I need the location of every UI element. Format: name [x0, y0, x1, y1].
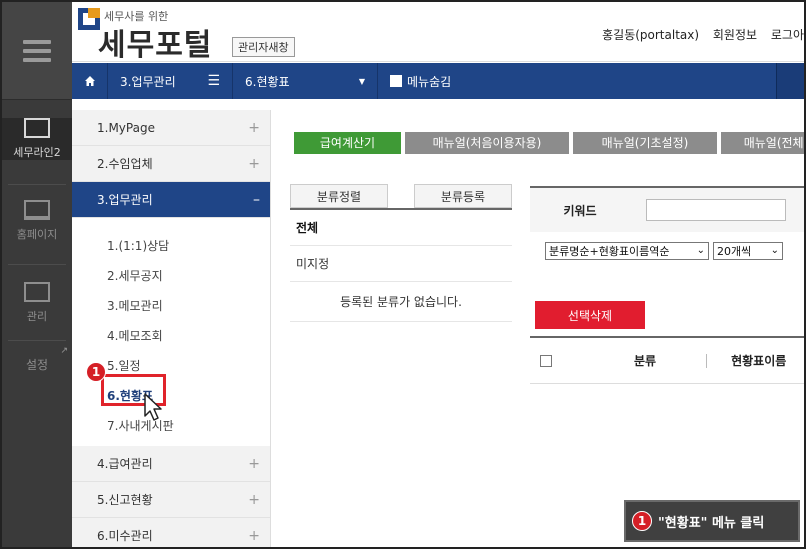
category-panel: 분류정렬 분류등록 전체 미지정 등록된 분류가 없습니다. [290, 184, 512, 322]
rail-item-homepage[interactable]: 홈페이지 [2, 200, 72, 242]
member-info-link[interactable]: 회원정보 [713, 28, 757, 42]
side-menu-work[interactable]: 3.업무관리 – [72, 182, 270, 218]
manual-beginner-button[interactable]: 매뉴얼(처음이용자용) [405, 132, 569, 154]
breadcrumb-section-label: 3.업무관리 [120, 74, 176, 89]
step-badge: 1 [86, 362, 106, 382]
column-divider [706, 353, 708, 368]
user-area: 홍길동(portaltax) 회원정보 로그아 [592, 26, 804, 43]
category-all[interactable]: 전체 [290, 210, 512, 246]
hide-menu-toggle[interactable]: 메뉴숨김 [378, 73, 451, 90]
side-menu-label: 6.미수관리 [97, 529, 153, 543]
column-status-name[interactable]: 현황표이름 [731, 352, 786, 369]
laptop-icon [24, 200, 50, 220]
column-category[interactable]: 분류 [634, 352, 656, 369]
logo-icon [78, 8, 100, 30]
rail-item-label: 관리 [26, 310, 48, 323]
keyword-label: 키워드 [563, 203, 597, 218]
hide-menu-label: 메뉴숨김 [407, 74, 452, 89]
rail-divider [8, 264, 66, 265]
minus-icon: – [253, 191, 260, 208]
breadcrumb-page[interactable]: 6.현황표 ▼ [233, 63, 378, 99]
category-empty-message: 등록된 분류가 없습니다. [290, 282, 512, 322]
nav-right-cap [776, 63, 804, 99]
side-menu-filing[interactable]: 5.신고현황 + [72, 482, 270, 518]
caption-text: "현황표" 메뉴 클릭 [658, 515, 765, 531]
logo-title[interactable]: 세무포털 [98, 20, 212, 64]
nav-bar: 3.업무관리 ☰ 6.현황표 ▼ 메뉴숨김 [72, 63, 804, 99]
submenu-memo-search[interactable]: 4.메모조회 [72, 320, 270, 350]
rail-item-label: 세무라인2 [13, 146, 61, 159]
side-menu-payroll[interactable]: 4.급여관리 + [72, 446, 270, 482]
rail-item-admin[interactable]: 관리 [2, 282, 72, 324]
rail-item-semuline[interactable]: 세무라인2 [2, 118, 72, 160]
header: 세무사를 위한 세무포털 관리자새창 홍길동(portaltax) 회원정보 로… [72, 2, 804, 64]
hide-menu-checkbox[interactable] [390, 75, 402, 87]
submenu-memo-manage[interactable]: 3.메모관리 [72, 290, 270, 320]
instruction-caption: 1 "현황표" 메뉴 클릭 [624, 500, 800, 542]
keyword-input[interactable] [646, 199, 786, 221]
admin-window-button[interactable]: 관리자새창 [232, 37, 295, 57]
select-all-checkbox[interactable] [540, 354, 552, 367]
left-rail: 세무라인2 홈페이지 관리 ↗ 설정 [2, 2, 72, 547]
delete-selected-button[interactable]: 선택삭제 [535, 301, 645, 329]
side-menu-label: 4.급여관리 [97, 457, 153, 471]
breadcrumb-section[interactable]: 3.업무관리 ☰ [108, 63, 233, 99]
list-icon: ☰ [207, 73, 220, 89]
payroll-calculator-button[interactable]: 급여계산기 [294, 132, 401, 154]
hamburger-menu-button[interactable] [2, 2, 72, 100]
rail-item-settings[interactable]: ↗ 설정 [2, 346, 72, 373]
breadcrumb-page-label: 6.현황표 [245, 74, 290, 89]
page-size-value: 20개씩 [717, 245, 752, 258]
logout-link[interactable]: 로그아 [771, 28, 804, 42]
sort-select-value: 분류명순+현황표이름역순 [549, 245, 670, 258]
plus-icon: + [248, 455, 260, 472]
submenu-board[interactable]: 7.사내게시판 [72, 410, 270, 440]
manual-basic-button[interactable]: 매뉴얼(기초설정) [573, 132, 717, 154]
rail-item-label: 홈페이지 [16, 228, 58, 241]
side-submenu: 1.(1:1)상담 2.세무공지 3.메모관리 4.메모조회 5.일정 6.현황… [72, 218, 270, 446]
user-name[interactable]: 홍길동(portaltax) [602, 28, 699, 42]
side-menu-label: 1.MyPage [97, 120, 155, 135]
submenu-consult[interactable]: 1.(1:1)상담 [72, 230, 270, 260]
plus-icon: + [248, 527, 260, 544]
chevron-down-icon: ⌄ [696, 245, 705, 256]
category-unassigned[interactable]: 미지정 [290, 246, 512, 282]
side-menu: 1.MyPage + 2.수임업체 + 3.업무관리 – 1.(1:1)상담 2… [72, 110, 271, 549]
sort-select[interactable]: 분류명순+현황표이름역순 ⌄ [545, 242, 709, 260]
caret-down-icon: ▼ [358, 76, 365, 86]
external-arrow-icon: ↗ [60, 346, 68, 356]
home-icon [84, 76, 95, 86]
category-register-button[interactable]: 분류등록 [414, 184, 512, 208]
chevron-down-icon: ⌄ [770, 245, 779, 256]
manual-all-button[interactable]: 매뉴얼(전체) [721, 132, 804, 154]
step-badge: 1 [632, 511, 652, 531]
top-button-row: 급여계산기 매뉴얼(처음이용자용) 매뉴얼(기초설정) 매뉴얼(전체) [294, 132, 804, 154]
main-content: 급여계산기 매뉴얼(처음이용자용) 매뉴얼(기초설정) 매뉴얼(전체) 분류정렬… [272, 110, 804, 547]
page-size-select[interactable]: 20개씩 ⌄ [713, 242, 783, 260]
home-button[interactable] [72, 63, 108, 99]
side-menu-label: 5.신고현황 [97, 493, 153, 507]
side-menu-mypage[interactable]: 1.MyPage + [72, 110, 270, 146]
rail-item-label: 설정 [25, 358, 49, 372]
mouse-cursor-icon [144, 393, 162, 421]
plus-icon: + [248, 119, 260, 136]
rail-divider [8, 184, 66, 185]
plus-icon: + [248, 155, 260, 172]
search-panel: 키워드 분류명순+현황표이름역순 ⌄ 20개씩 ⌄ [530, 186, 804, 260]
side-menu-label: 2.수임업체 [97, 157, 153, 171]
plus-icon: + [248, 491, 260, 508]
side-menu-label: 3.업무관리 [97, 193, 153, 207]
window-icon [24, 282, 50, 302]
hamburger-icon [23, 39, 51, 62]
submenu-notice[interactable]: 2.세무공지 [72, 260, 270, 290]
monitor-icon [24, 118, 50, 138]
rail-divider [8, 340, 66, 341]
table-header: 분류 현황표이름 [530, 336, 804, 384]
category-sort-button[interactable]: 분류정렬 [290, 184, 388, 208]
side-menu-receivables[interactable]: 6.미수관리 + [72, 518, 270, 549]
side-menu-clients[interactable]: 2.수임업체 + [72, 146, 270, 182]
